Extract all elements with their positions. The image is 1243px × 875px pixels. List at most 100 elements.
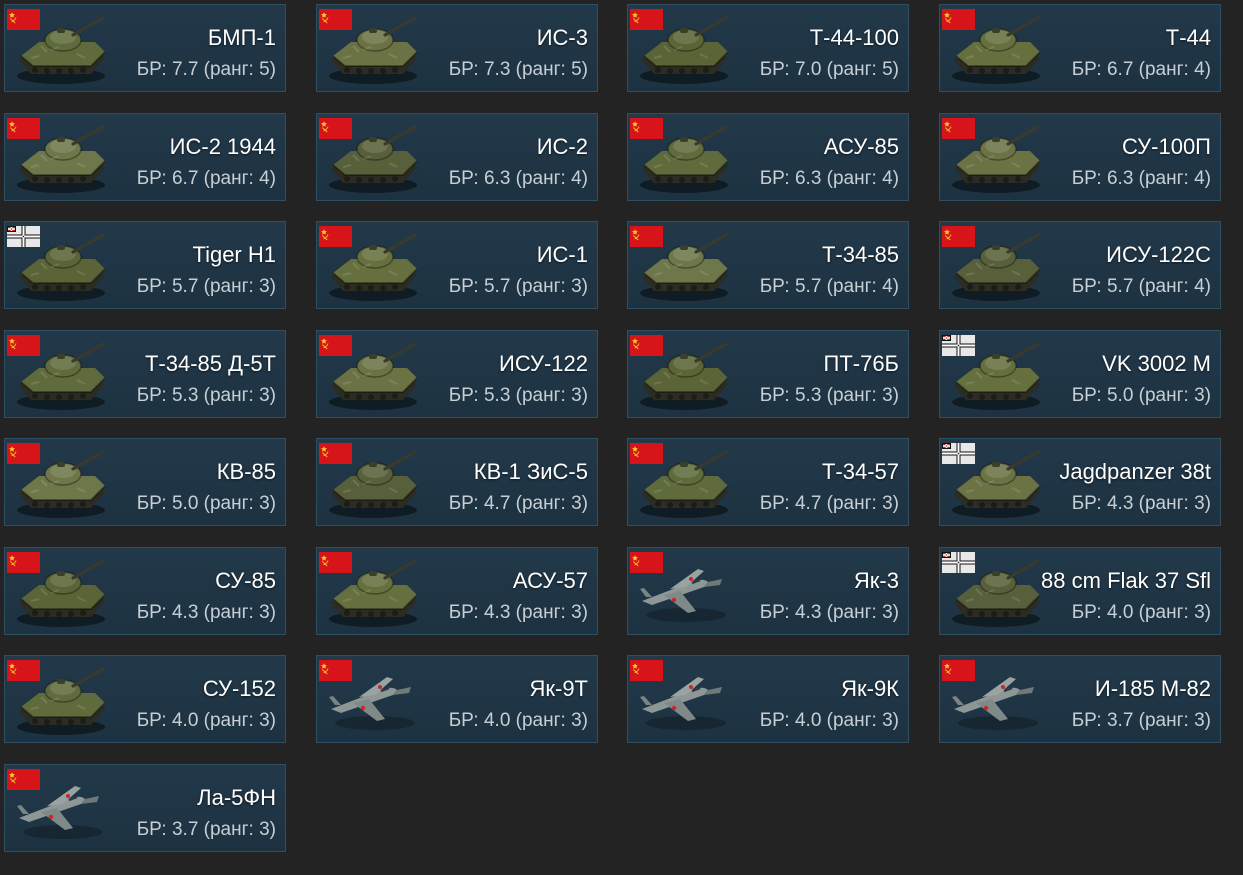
ussr-flag-icon bbox=[319, 9, 352, 30]
ussr-flag-icon bbox=[7, 660, 40, 681]
ussr-flag-icon bbox=[319, 443, 352, 464]
vehicle-card-14[interactable]: ИСУ-122 БР: 5.3 (ранг: 3) bbox=[316, 330, 598, 418]
vehicle-name: ИС-3 bbox=[536, 25, 588, 50]
ussr-flag-icon bbox=[630, 226, 663, 247]
vehicle-name: СУ-100П bbox=[1122, 134, 1211, 159]
vehicle-card-22[interactable]: АСУ-57 БР: 4.3 (ранг: 3) bbox=[316, 547, 598, 635]
vehicle-name: СУ-85 bbox=[215, 568, 276, 593]
vehicle-battle-rating: БР: 6.7 (ранг: 4) bbox=[136, 168, 276, 189]
ussr-flag-icon bbox=[319, 552, 352, 573]
vehicle-battle-rating: БР: 4.3 (ранг: 3) bbox=[448, 602, 588, 623]
vehicle-card-5[interactable]: ИС-2 1944 БР: 6.7 (ранг: 4) bbox=[4, 113, 286, 201]
vehicle-battle-rating: БР: 3.7 (ранг: 3) bbox=[1071, 710, 1211, 731]
vehicle-card-19[interactable]: Т-34-57 БР: 4.7 (ранг: 3) bbox=[627, 438, 909, 526]
vehicle-name: Як-3 bbox=[853, 568, 899, 593]
vehicle-card-8[interactable]: СУ-100П БР: 6.3 (ранг: 4) bbox=[939, 113, 1221, 201]
vehicle-card-24[interactable]: 88 cm Flak 37 Sfl БР: 4.0 (ранг: 3) bbox=[939, 547, 1221, 635]
ussr-flag-icon bbox=[630, 118, 663, 139]
vehicle-battle-rating: БР: 4.0 (ранг: 3) bbox=[136, 710, 276, 731]
vehicle-card-7[interactable]: АСУ-85 БР: 6.3 (ранг: 4) bbox=[627, 113, 909, 201]
vehicle-card-18[interactable]: КВ-1 ЗиС-5 БР: 4.7 (ранг: 3) bbox=[316, 438, 598, 526]
vehicle-battle-rating: БР: 5.7 (ранг: 4) bbox=[759, 276, 899, 297]
vehicle-battle-rating: БР: 4.7 (ранг: 3) bbox=[448, 493, 588, 514]
vehicle-name: СУ-152 bbox=[202, 676, 276, 701]
vehicle-name: 88 cm Flak 37 Sfl bbox=[1041, 568, 1211, 593]
vehicle-card-16[interactable]: VK 3002 M БР: 5.0 (ранг: 3) bbox=[939, 330, 1221, 418]
vehicle-battle-rating: БР: 5.3 (ранг: 3) bbox=[136, 385, 276, 406]
vehicle-card-20[interactable]: Jagdpanzer 38t БР: 4.3 (ранг: 3) bbox=[939, 438, 1221, 526]
ussr-flag-icon bbox=[319, 335, 352, 356]
ussr-flag-icon bbox=[7, 552, 40, 573]
ussr-flag-icon bbox=[942, 660, 975, 681]
vehicle-name: Tiger H1 bbox=[192, 242, 276, 267]
vehicle-name: ПТ-76Б bbox=[823, 351, 900, 376]
ussr-flag-icon bbox=[7, 769, 40, 790]
vehicle-name: Як-9К bbox=[841, 676, 899, 701]
vehicle-card-17[interactable]: КВ-85 БР: 5.0 (ранг: 3) bbox=[4, 438, 286, 526]
ussr-flag-icon bbox=[630, 443, 663, 464]
vehicle-card-4[interactable]: Т-44 БР: 6.7 (ранг: 4) bbox=[939, 4, 1221, 92]
vehicle-name: КВ-85 bbox=[216, 459, 276, 484]
vehicle-battle-rating: БР: 6.7 (ранг: 4) bbox=[1071, 59, 1211, 80]
vehicle-name: ИСУ-122 bbox=[499, 351, 588, 376]
ussr-flag-icon bbox=[942, 118, 975, 139]
vehicle-name: ИС-2 1944 bbox=[169, 134, 276, 159]
ussr-flag-icon bbox=[7, 118, 40, 139]
vehicle-card-29[interactable]: Ла-5ФН БР: 3.7 (ранг: 3) bbox=[4, 764, 286, 852]
vehicle-battle-rating: БР: 6.3 (ранг: 4) bbox=[759, 168, 899, 189]
vehicle-card-1[interactable]: БМП-1 БР: 7.7 (ранг: 5) bbox=[4, 4, 286, 92]
ussr-flag-icon bbox=[7, 335, 40, 356]
ussr-flag-icon bbox=[319, 118, 352, 139]
vehicle-name: Jagdpanzer 38t bbox=[1059, 459, 1211, 484]
vehicle-card-12[interactable]: ИСУ-122С БР: 5.7 (ранг: 4) bbox=[939, 221, 1221, 309]
vehicle-name: VK 3002 M bbox=[1102, 351, 1211, 376]
vehicle-card-15[interactable]: ПТ-76Б БР: 5.3 (ранг: 3) bbox=[627, 330, 909, 418]
vehicle-battle-rating: БР: 4.7 (ранг: 3) bbox=[759, 493, 899, 514]
vehicle-battle-rating: БР: 6.3 (ранг: 4) bbox=[1071, 168, 1211, 189]
vehicle-battle-rating: БР: 4.3 (ранг: 3) bbox=[1071, 493, 1211, 514]
vehicle-name: ИС-1 bbox=[536, 242, 588, 267]
vehicle-card-21[interactable]: СУ-85 БР: 4.3 (ранг: 3) bbox=[4, 547, 286, 635]
ussr-flag-icon bbox=[7, 443, 40, 464]
vehicle-card-10[interactable]: ИС-1 БР: 5.7 (ранг: 3) bbox=[316, 221, 598, 309]
vehicle-card-6[interactable]: ИС-2 БР: 6.3 (ранг: 4) bbox=[316, 113, 598, 201]
vehicle-battle-rating: БР: 3.7 (ранг: 3) bbox=[136, 819, 276, 840]
germany-flag-icon bbox=[942, 552, 975, 573]
ussr-flag-icon bbox=[7, 9, 40, 30]
vehicle-name: Т-34-57 bbox=[821, 459, 899, 484]
vehicle-battle-rating: БР: 7.7 (ранг: 5) bbox=[136, 59, 276, 80]
vehicle-name: Т-34-85 bbox=[821, 242, 899, 267]
vehicle-card-13[interactable]: Т-34-85 Д-5Т БР: 5.3 (ранг: 3) bbox=[4, 330, 286, 418]
vehicle-card-27[interactable]: Як-9К БР: 4.0 (ранг: 3) bbox=[627, 655, 909, 743]
vehicle-battle-rating: БР: 5.7 (ранг: 3) bbox=[448, 276, 588, 297]
vehicle-battle-rating: БР: 4.3 (ранг: 3) bbox=[759, 602, 899, 623]
vehicle-card-3[interactable]: Т-44-100 БР: 7.0 (ранг: 5) bbox=[627, 4, 909, 92]
ussr-flag-icon bbox=[630, 552, 663, 573]
vehicle-card-25[interactable]: СУ-152 БР: 4.0 (ранг: 3) bbox=[4, 655, 286, 743]
vehicle-card-2[interactable]: ИС-3 БР: 7.3 (ранг: 5) bbox=[316, 4, 598, 92]
ussr-flag-icon bbox=[942, 9, 975, 30]
ussr-flag-icon bbox=[630, 335, 663, 356]
vehicle-card-11[interactable]: Т-34-85 БР: 5.7 (ранг: 4) bbox=[627, 221, 909, 309]
vehicle-battle-rating: БР: 4.0 (ранг: 3) bbox=[759, 710, 899, 731]
vehicle-battle-rating: БР: 5.0 (ранг: 3) bbox=[1071, 385, 1211, 406]
vehicle-card-23[interactable]: Як-3 БР: 4.3 (ранг: 3) bbox=[627, 547, 909, 635]
vehicle-name: Як-9Т bbox=[529, 676, 588, 701]
vehicle-card-28[interactable]: И-185 М-82 БР: 3.7 (ранг: 3) bbox=[939, 655, 1221, 743]
ussr-flag-icon bbox=[319, 226, 352, 247]
vehicle-battle-rating: БР: 7.0 (ранг: 5) bbox=[759, 59, 899, 80]
vehicle-battle-rating: БР: 7.3 (ранг: 5) bbox=[448, 59, 588, 80]
ussr-flag-icon bbox=[942, 226, 975, 247]
vehicle-battle-rating: БР: 5.7 (ранг: 3) bbox=[136, 276, 276, 297]
ussr-flag-icon bbox=[630, 660, 663, 681]
vehicle-name: АСУ-57 bbox=[512, 568, 588, 593]
vehicle-card-26[interactable]: Як-9Т БР: 4.0 (ранг: 3) bbox=[316, 655, 598, 743]
vehicle-name: Т-44-100 bbox=[809, 25, 899, 50]
vehicle-battle-rating: БР: 4.0 (ранг: 3) bbox=[1071, 602, 1211, 623]
vehicle-battle-rating: БР: 5.0 (ранг: 3) bbox=[136, 493, 276, 514]
vehicle-battle-rating: БР: 5.7 (ранг: 4) bbox=[1071, 276, 1211, 297]
germany-flag-icon bbox=[942, 335, 975, 356]
vehicle-name: Т-34-85 Д-5Т bbox=[144, 351, 276, 376]
vehicle-card-9[interactable]: Tiger H1 БР: 5.7 (ранг: 3) bbox=[4, 221, 286, 309]
vehicle-battle-rating: БР: 5.3 (ранг: 3) bbox=[759, 385, 899, 406]
